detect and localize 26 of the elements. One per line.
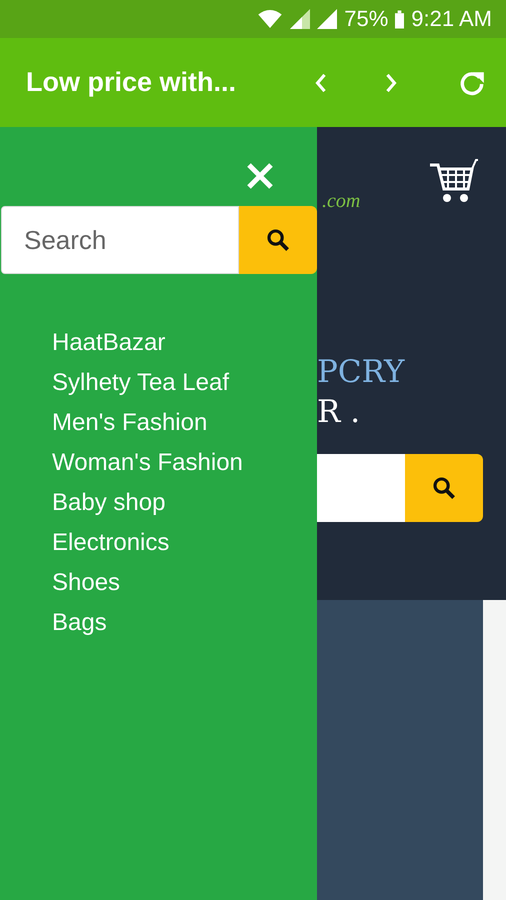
- status-time: 9:21 AM: [411, 6, 492, 32]
- menu-item[interactable]: Woman's Fashion: [52, 443, 317, 483]
- search-button[interactable]: [405, 454, 483, 522]
- menu-item[interactable]: Bags: [52, 603, 317, 643]
- menu-item[interactable]: Shoes: [52, 563, 317, 603]
- battery-percent: 75%: [344, 6, 388, 32]
- search-button[interactable]: [239, 206, 317, 274]
- menu-item[interactable]: Baby shop: [52, 483, 317, 523]
- close-icon[interactable]: [245, 161, 275, 191]
- menu-item[interactable]: Electronics: [52, 523, 317, 563]
- toolbar-title: Low price with...: [26, 67, 238, 98]
- banner-subheading: R .: [317, 393, 362, 432]
- cart-icon[interactable]: [428, 157, 478, 205]
- banner-heading: PCRY: [317, 353, 406, 392]
- logo-text: .com: [322, 190, 360, 213]
- search-field[interactable]: [317, 454, 405, 522]
- search-icon: [266, 228, 290, 252]
- signal-icon: [290, 9, 310, 29]
- menu-item[interactable]: Sylhety Tea Leaf: [52, 363, 317, 403]
- search-field[interactable]: Search: [1, 206, 239, 274]
- search-icon: [432, 476, 456, 500]
- battery-icon: [395, 10, 404, 28]
- menu-item[interactable]: Men's Fashion: [52, 403, 317, 443]
- signal-icon: [317, 9, 338, 29]
- menu-item[interactable]: HaatBazar: [52, 323, 317, 363]
- wifi-icon: [257, 10, 284, 28]
